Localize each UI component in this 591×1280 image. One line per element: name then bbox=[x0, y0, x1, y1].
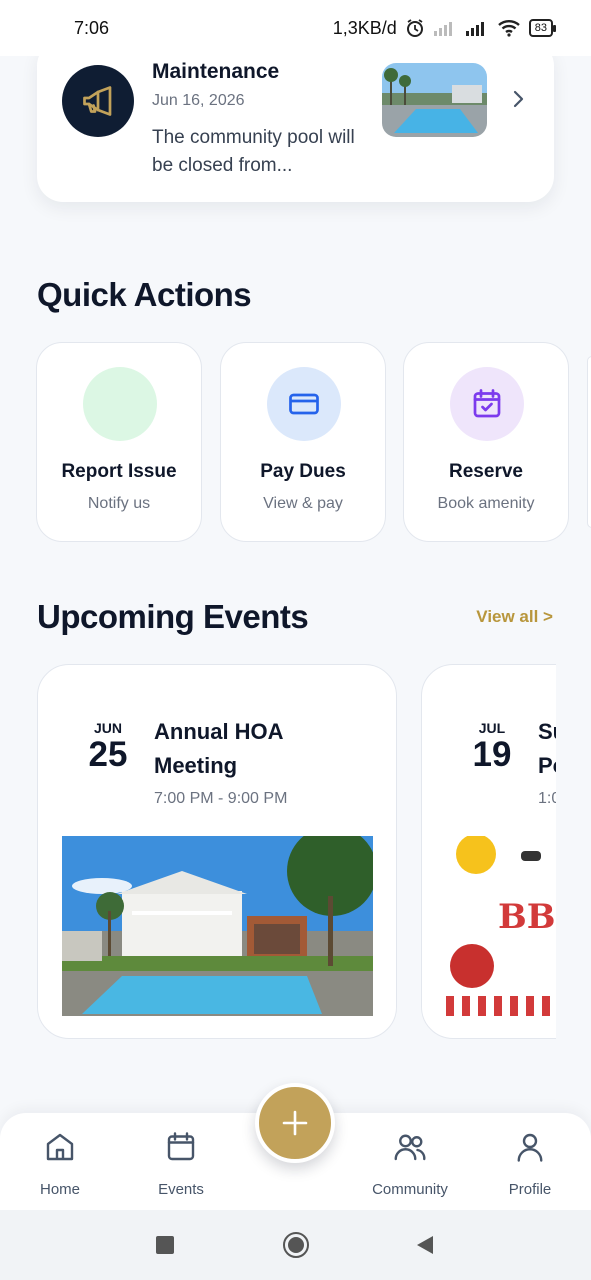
announcement-icon-circle bbox=[62, 65, 134, 137]
quick-action-sub: View & pay bbox=[263, 495, 343, 512]
event-title: Annual HOA Meeting bbox=[154, 719, 283, 778]
calendar-check-icon bbox=[473, 389, 501, 418]
nav-item-home[interactable]: Home bbox=[10, 1129, 110, 1198]
announcement-body: The community pool will be closed from..… bbox=[152, 127, 355, 176]
status-bar: 7:06 1,3KB/d 83 bbox=[0, 0, 591, 56]
event-time: 7:00 PM - 9:00 PM bbox=[154, 790, 288, 807]
quick-action-label: Pay Dues bbox=[260, 461, 346, 482]
nav-item-community[interactable]: Community bbox=[360, 1129, 460, 1198]
status-indicators: 1,3KB/d 83 bbox=[332, 17, 557, 39]
quick-action-report-issue[interactable]: Report Issue Notify us bbox=[36, 342, 202, 542]
quick-action-label: Report Issue bbox=[61, 461, 177, 482]
battery-icon: 83 bbox=[528, 19, 557, 37]
signal-icon bbox=[465, 22, 484, 36]
home-icon bbox=[46, 1133, 74, 1161]
event-title: Su Po bbox=[538, 719, 556, 778]
event-month: JUN bbox=[93, 720, 122, 736]
event-time: 1:0 bbox=[538, 790, 556, 807]
report-issue-icon-circle bbox=[83, 367, 157, 441]
event-month: JUL bbox=[478, 720, 506, 736]
quick-action-label: Reserve bbox=[449, 461, 523, 482]
nav-item-events[interactable]: Events bbox=[131, 1129, 231, 1198]
nav-label: Home bbox=[39, 1181, 80, 1198]
quick-actions-title: Quick Actions bbox=[37, 276, 252, 313]
svg-text:BB: BB bbox=[498, 897, 555, 937]
nav-label: Profile bbox=[508, 1181, 552, 1198]
announcement-card[interactable]: Maintenance Jun 16, 2026 The community p… bbox=[37, 40, 554, 202]
back-icon[interactable] bbox=[414, 1234, 436, 1256]
user-icon bbox=[517, 1133, 543, 1162]
chevron-right-icon[interactable] bbox=[507, 88, 529, 110]
network-speed: 1,3KB/d bbox=[332, 17, 397, 38]
reserve-icon-circle bbox=[450, 367, 524, 441]
credit-card-icon bbox=[289, 393, 319, 415]
event-card[interactable]: JUN 25 Annual HOA Meeting 7:00 PM - 9:00… bbox=[37, 664, 397, 1039]
event-card[interactable]: JUL 19 Su Po 1:0 BB bbox=[421, 664, 556, 1039]
nav-label: Community bbox=[372, 1181, 448, 1198]
home-system-icon[interactable] bbox=[282, 1231, 310, 1259]
announcement-date: Jun 16, 2026 bbox=[152, 92, 245, 109]
quick-action-sub: Book amenity bbox=[437, 495, 535, 512]
calendar-icon bbox=[167, 1132, 195, 1161]
plus-icon bbox=[282, 1110, 308, 1136]
add-button[interactable] bbox=[255, 1083, 335, 1163]
quick-action-sub: Notify us bbox=[87, 495, 151, 512]
events-carousel[interactable]: JUN 25 Annual HOA Meeting 7:00 PM - 9:00… bbox=[0, 660, 556, 1050]
alarm-icon bbox=[406, 19, 423, 37]
announcement-title: Maintenance bbox=[152, 60, 280, 83]
event-day: 19 bbox=[472, 735, 512, 774]
quick-action-reserve[interactable]: Reserve Book amenity bbox=[403, 342, 569, 542]
quick-action-next-peek[interactable] bbox=[587, 356, 591, 528]
view-all-link[interactable]: View all > bbox=[476, 607, 553, 627]
pay-dues-icon-circle bbox=[267, 367, 341, 441]
nav-item-profile[interactable]: Profile bbox=[480, 1129, 580, 1198]
status-time: 7:06 bbox=[74, 17, 110, 38]
announcement-thumbnail bbox=[382, 63, 487, 137]
event-image: BB bbox=[446, 836, 556, 1016]
system-navigation-bar bbox=[0, 1210, 591, 1280]
quick-action-pay-dues[interactable]: Pay Dues View & pay bbox=[220, 342, 386, 542]
recent-apps-icon[interactable] bbox=[154, 1234, 176, 1256]
event-image bbox=[62, 836, 373, 1016]
event-day: 25 bbox=[88, 735, 128, 774]
users-icon bbox=[394, 1134, 426, 1161]
wifi-icon bbox=[497, 20, 520, 37]
signal-icon bbox=[433, 22, 452, 36]
megaphone-icon bbox=[83, 86, 112, 116]
nav-label: Events bbox=[158, 1181, 204, 1198]
upcoming-events-title: Upcoming Events bbox=[37, 598, 309, 635]
